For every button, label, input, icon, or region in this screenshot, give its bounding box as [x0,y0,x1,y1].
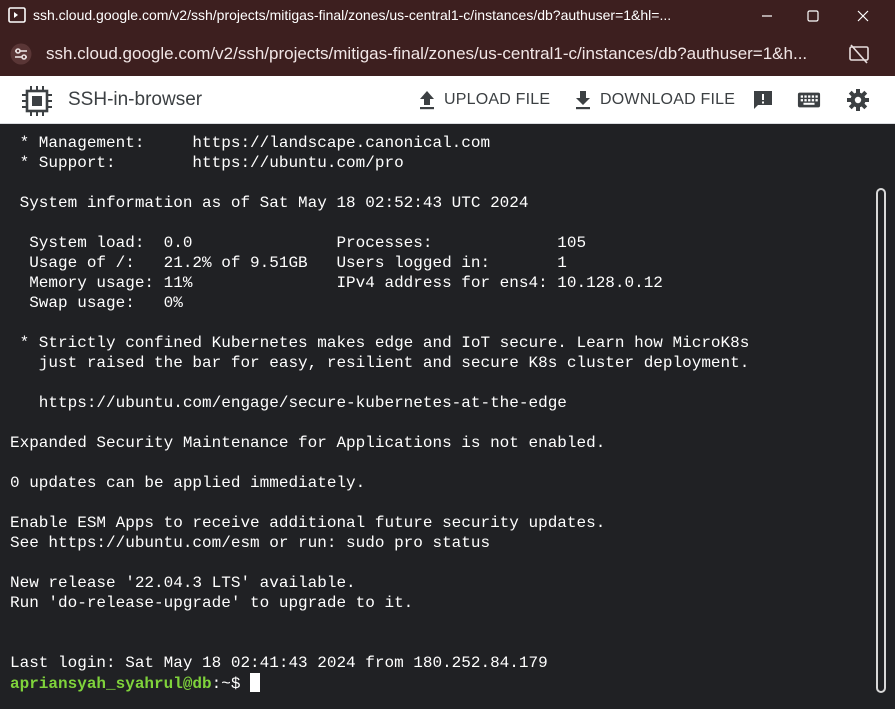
prompt-path: :~$ [211,675,251,693]
upload-icon [420,91,434,110]
terminal-line: just raised the bar for easy, resilient … [10,354,750,372]
maximize-button[interactable] [790,0,836,32]
download-file-label: DOWNLOAD FILE [600,91,736,108]
terminal-prompt-line[interactable]: apriansyah_syahrul@db:~$ [10,673,261,693]
url-field[interactable]: ssh.cloud.google.com/v2/ssh/projects/mit… [46,44,841,64]
terminal-line: * Management: https://landscape.canonica… [10,134,491,152]
terminal-line: System load: 0.0 Processes: 105 [10,234,587,252]
terminal-cursor [250,673,261,692]
prompt-user-host: apriansyah_syahrul@db [10,675,212,693]
terminal-line: Enable ESM Apps to receive additional fu… [10,514,606,532]
minimize-icon [762,15,772,17]
close-icon [857,10,869,22]
close-button[interactable] [840,0,886,32]
window-title: ssh.cloud.google.com/v2/ssh/projects/mit… [33,7,672,23]
download-file-button[interactable]: DOWNLOAD FILE [574,76,735,124]
terminal-line: Last login: Sat May 18 02:41:43 2024 fro… [10,654,548,672]
download-icon [576,91,590,110]
app-title: SSH-in-browser [68,89,203,110]
maximize-icon [807,10,819,22]
upload-file-button[interactable]: UPLOAD FILE [418,76,550,124]
keyboard-icon[interactable] [797,88,821,112]
upload-file-label: UPLOAD FILE [444,91,551,108]
terminal-line: https://ubuntu.com/engage/secure-kuberne… [10,394,567,412]
terminal-output[interactable]: * Management: https://landscape.canonica… [0,124,895,709]
address-bar: ssh.cloud.google.com/v2/ssh/projects/mit… [0,32,895,76]
terminal-line: Expanded Security Maintenance for Applic… [10,434,606,452]
compute-chip-icon [22,86,52,116]
terminal-scrollbar[interactable] [876,188,886,693]
terminal-line: Swap usage: 0% [10,294,183,312]
terminal-line: New release '22.04.3 LTS' available. [10,574,356,592]
gear-icon[interactable] [846,88,870,112]
feedback-icon[interactable] [751,88,775,112]
terminal-line: * Strictly confined Kubernetes makes edg… [10,334,750,352]
terminal-line: System information as of Sat May 18 02:5… [10,194,529,212]
app-window-icon [8,7,26,23]
window-titlebar: ssh.cloud.google.com/v2/ssh/projects/mit… [0,0,895,32]
terminal-line: Memory usage: 11% IPv4 address for ens4:… [10,274,663,292]
ssh-toolbar: SSH-in-browser UPLOAD FILE DOWNLOAD FILE [0,76,895,124]
terminal-line: Run 'do-release-upgrade' to upgrade to i… [10,594,414,612]
terminal-line: See https://ubuntu.com/esm or run: sudo … [10,534,491,552]
terminal-line: Usage of /: 21.2% of 9.51GB Users logged… [10,254,567,272]
site-info-icon[interactable] [10,43,32,65]
terminal-line: * Support: https://ubuntu.com/pro [10,154,404,172]
minimize-button[interactable] [744,0,790,32]
screen-share-off-icon[interactable] [848,43,870,65]
terminal-line: 0 updates can be applied immediately. [10,474,366,492]
